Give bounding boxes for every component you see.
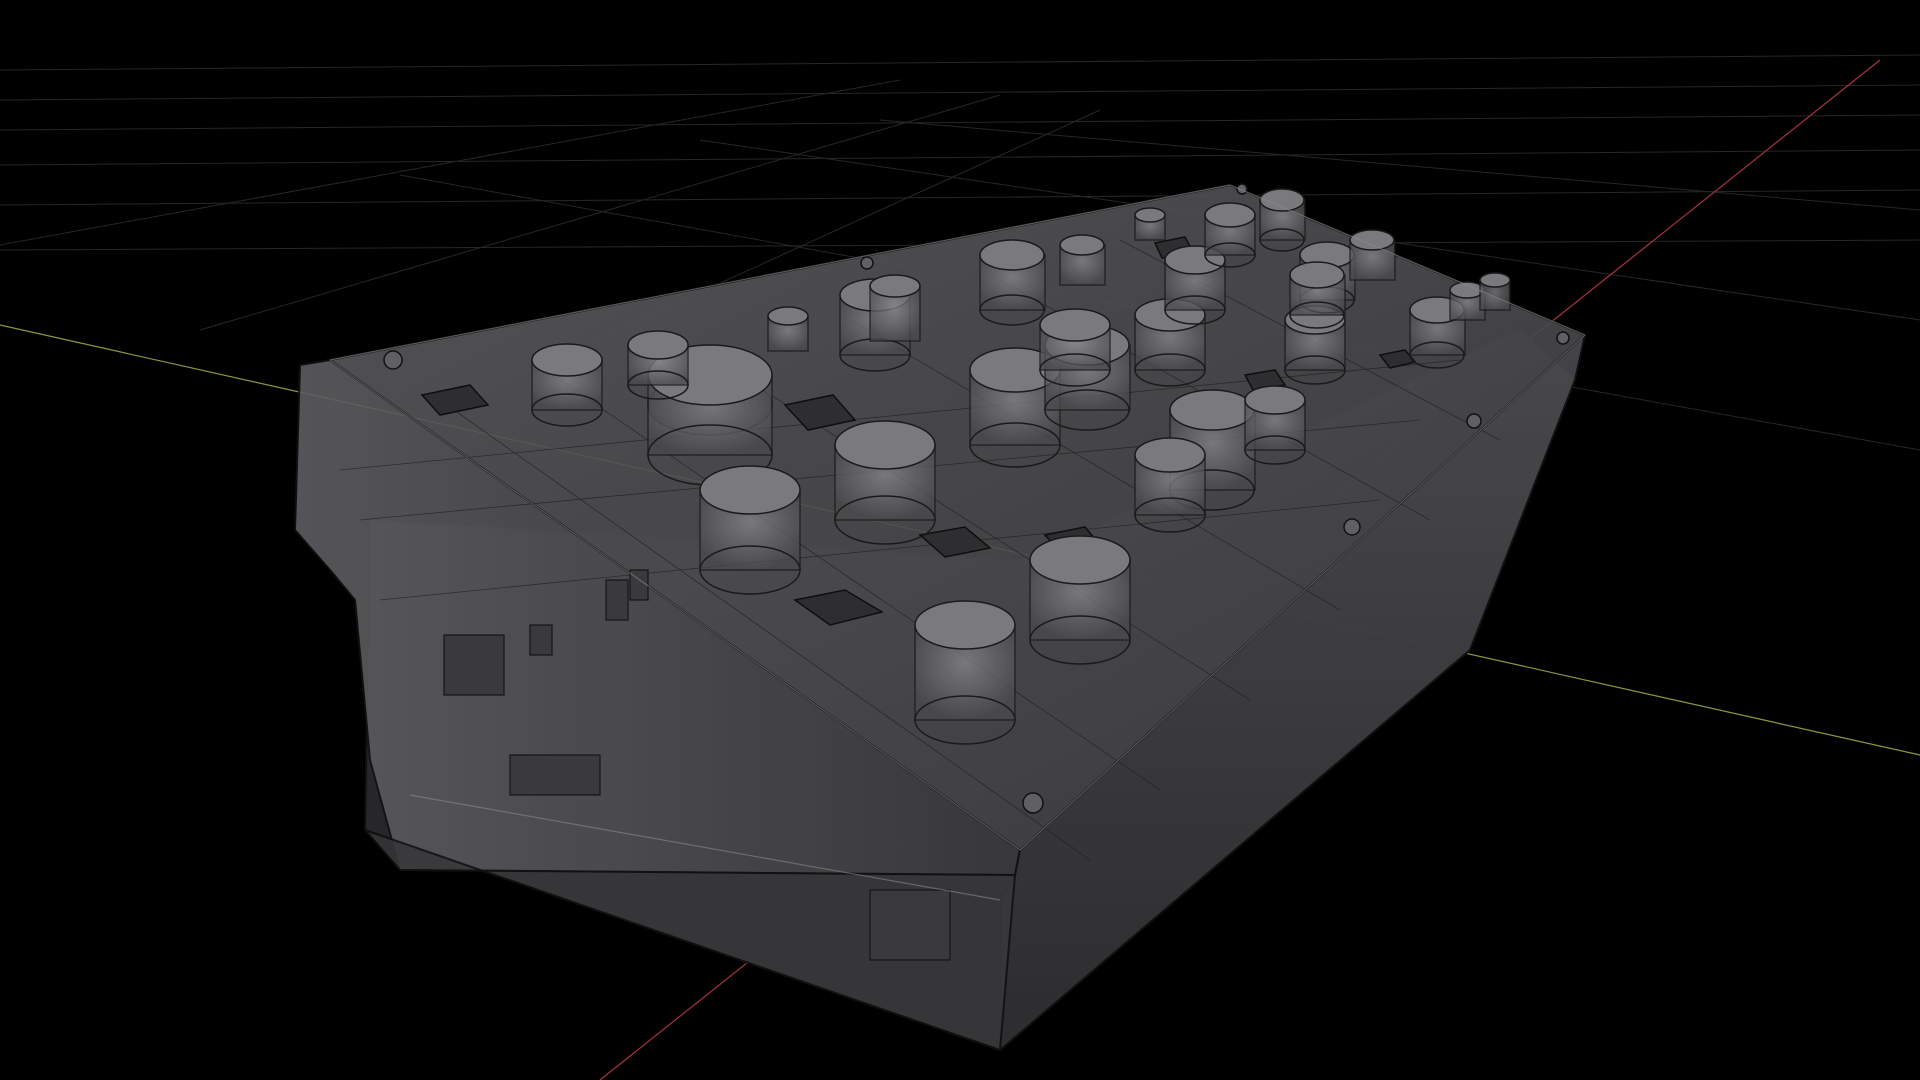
jack-1 (529, 624, 553, 656)
knob-small-7[interactable] (1479, 272, 1511, 311)
foot-2 (869, 889, 951, 961)
knob-small-1[interactable] (767, 306, 809, 352)
power-jack (443, 634, 505, 696)
3d-viewport[interactable] (0, 0, 1920, 1080)
foot-1 (509, 754, 601, 796)
knob-small-4[interactable] (1134, 207, 1166, 241)
knob-small-2[interactable] (869, 274, 921, 342)
jack-2 (605, 579, 629, 621)
knob-small-3[interactable] (1059, 234, 1106, 286)
knob-small-5[interactable] (1349, 229, 1396, 281)
